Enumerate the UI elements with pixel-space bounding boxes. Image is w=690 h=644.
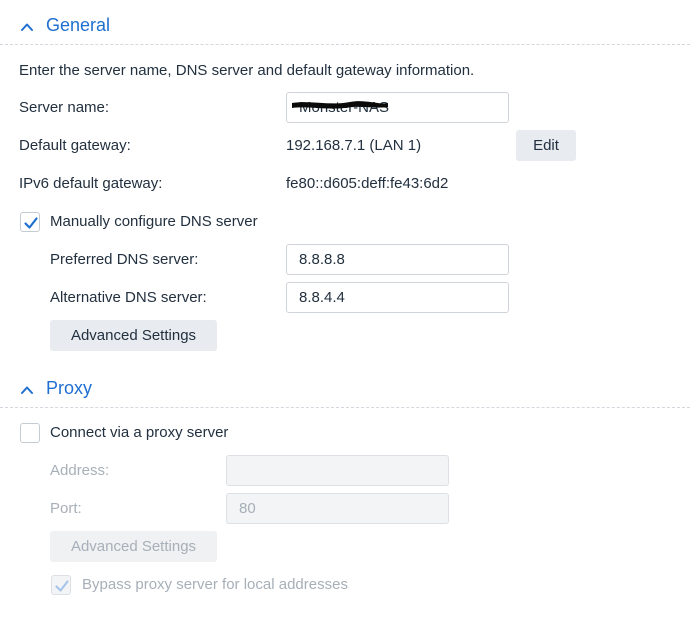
preferred-dns-input[interactable] <box>286 244 509 275</box>
preferred-dns-label: Preferred DNS server: <box>50 251 199 268</box>
server-name-label: Server name: <box>19 99 110 116</box>
dns-advanced-settings-button[interactable]: Advanced Settings <box>50 320 217 351</box>
manual-dns-label[interactable]: Manually configure DNS server <box>50 213 258 230</box>
redaction-mark <box>292 101 388 109</box>
general-section-header[interactable]: General <box>0 9 690 45</box>
general-section-title: General <box>46 15 111 35</box>
proxy-connect-label[interactable]: Connect via a proxy server <box>50 424 228 441</box>
default-gateway-label: Default gateway: <box>19 137 131 154</box>
ipv6-gateway-label: IPv6 default gateway: <box>19 175 163 192</box>
bypass-proxy-label[interactable]: Bypass proxy server for local addresses <box>82 576 348 593</box>
alternative-dns-input[interactable] <box>286 282 509 313</box>
bypass-proxy-checkbox[interactable] <box>51 575 71 595</box>
proxy-section-title: Proxy <box>46 378 93 398</box>
chevron-up-icon[interactable] <box>20 383 34 397</box>
ipv6-gateway-value: fe80::d605:deff:fe43:6d2 <box>286 175 449 192</box>
general-description: Enter the server name, DNS server and de… <box>19 62 475 79</box>
alternative-dns-label: Alternative DNS server: <box>50 289 207 306</box>
proxy-address-input[interactable] <box>226 455 449 486</box>
network-settings-page: General Enter the server name, DNS serve… <box>0 0 690 644</box>
proxy-port-label: Port: <box>50 500 82 517</box>
default-gateway-value: 192.168.7.1 (LAN 1) <box>286 137 422 154</box>
manual-dns-checkbox[interactable] <box>20 212 40 232</box>
proxy-port-input[interactable] <box>226 493 449 524</box>
proxy-advanced-settings-button[interactable]: Advanced Settings <box>50 531 217 562</box>
proxy-section-header[interactable]: Proxy <box>0 372 690 408</box>
edit-gateway-button[interactable]: Edit <box>516 130 576 161</box>
chevron-up-icon[interactable] <box>20 20 34 34</box>
proxy-connect-checkbox[interactable] <box>20 423 40 443</box>
proxy-address-label: Address: <box>50 462 110 479</box>
checkmark-icon <box>24 217 38 229</box>
checkmark-icon <box>55 580 69 592</box>
